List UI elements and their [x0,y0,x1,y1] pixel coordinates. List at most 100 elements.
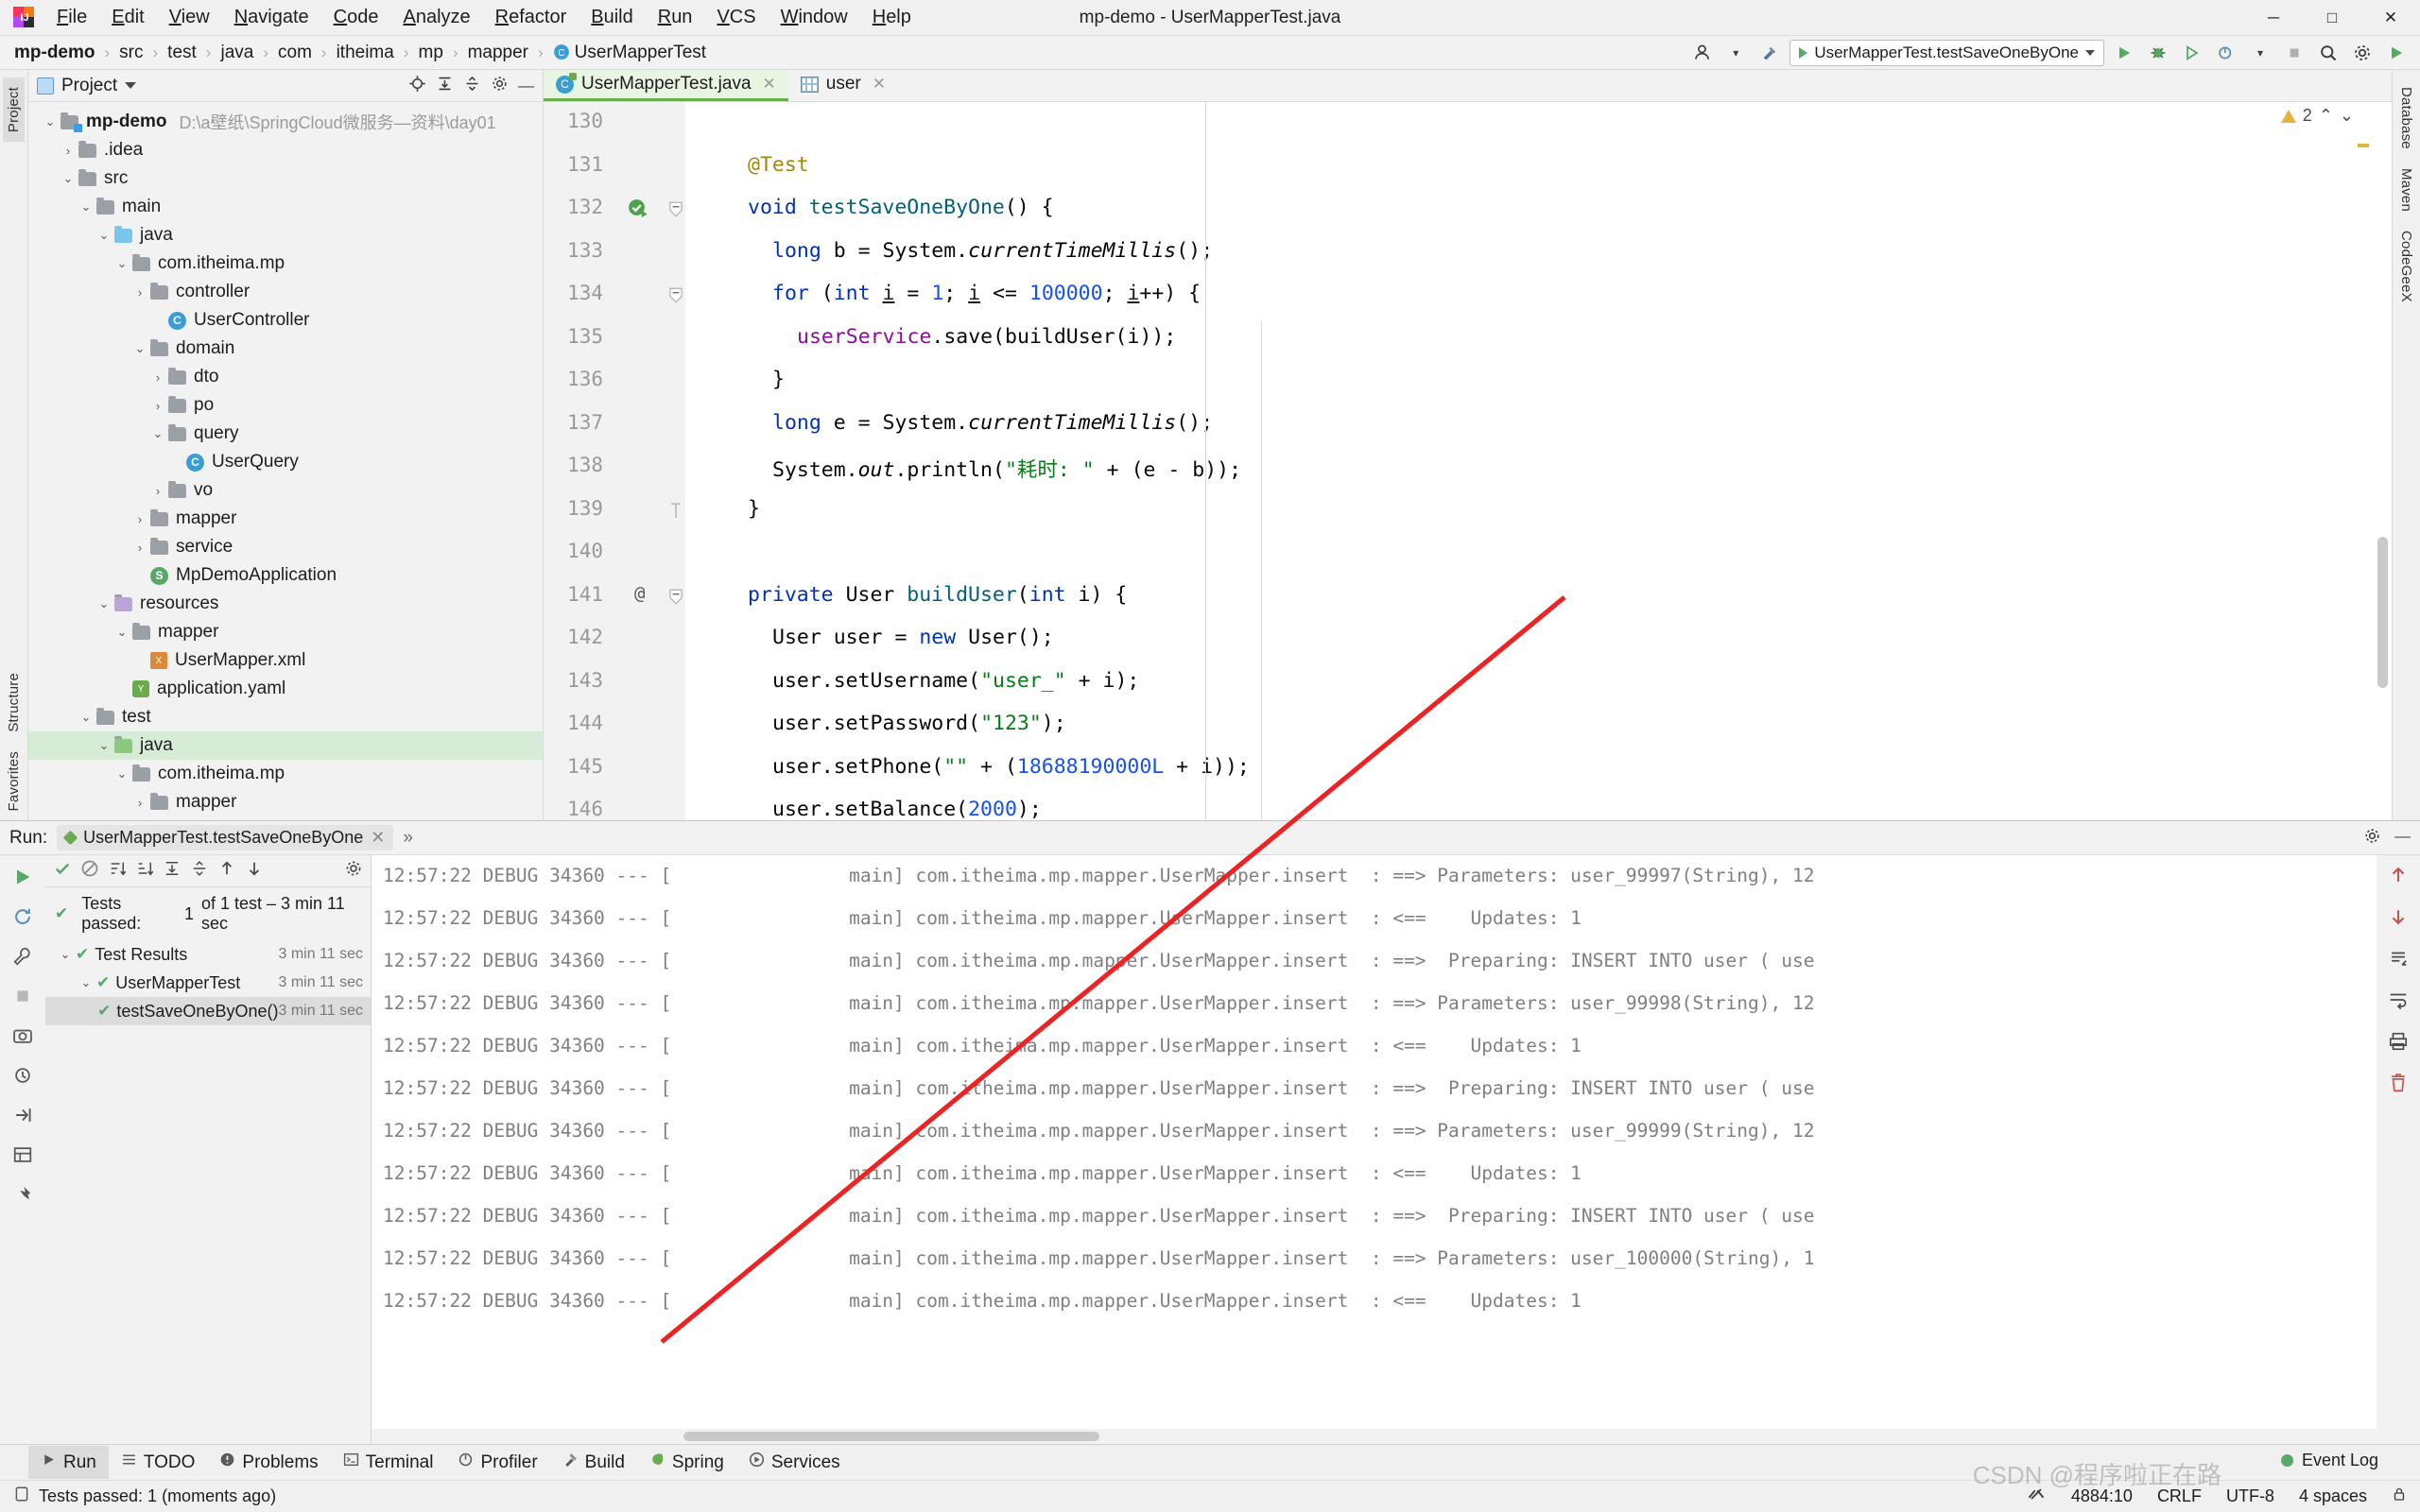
editor-gutter[interactable]: 130 131 132 133 134 135 136 137 138 139 140 141 @142… [544,102,685,820]
expand-all-icon[interactable] [163,859,182,883]
breadcrumb[interactable]: mp-demo › src › test › java › com › itheima › mp › map… [11,43,709,63]
dump-threads-icon[interactable] [10,1063,35,1088]
locate-icon[interactable] [408,75,426,97]
tool-window-build[interactable]: Build [550,1446,637,1479]
tree-expander[interactable]: › [130,512,150,526]
collapse-all-icon[interactable] [463,75,481,97]
menu-item-window[interactable]: Window [769,3,859,32]
project-tree[interactable]: ⌄ mp-demo D:\a壁纸\SpringCloud微服务—资料\day01 … [28,102,543,820]
screenshot-icon[interactable] [10,1023,35,1048]
tree-node-mapper[interactable]: ⌄ mapper [28,618,543,646]
code-line-145[interactable]: user.setPhone("" + (18688190000L + i)); [772,755,1250,779]
sidebar-item-database[interactable]: Database [2395,77,2417,159]
tree-node-po[interactable]: › po [28,391,543,420]
code-line-142[interactable]: User user = new User(); [772,626,1054,649]
tree-node-mapper[interactable]: › mapper [28,788,543,816]
tree-expander[interactable]: ⌄ [76,975,96,990]
editor-vertical-scrollbar[interactable] [2371,102,2392,820]
chevron-down-icon[interactable]: ▾ [1721,40,1750,66]
code-editor[interactable]: 130 131 132 133 134 135 136 137 138 139 140 141 @142… [544,102,2392,820]
tree-node-java[interactable]: ⌄ java [28,731,543,760]
console-actions-strip[interactable] [2377,855,2420,1444]
run-test-gutter-icon[interactable] [627,198,648,218]
pin-icon[interactable] [10,1182,35,1207]
show-ignored-icon[interactable] [80,859,99,883]
test-node-testSaveOneByOne()[interactable]: ✔ testSaveOneByOne() 3 min 11 sec [45,997,371,1025]
run-actions-strip[interactable] [0,855,45,1444]
fold-end-icon[interactable] [668,502,683,518]
chevron-down-icon[interactable] [125,82,137,89]
event-log-button[interactable]: Event Log [2280,1451,2378,1470]
clear-all-icon[interactable] [2388,1073,2409,1098]
tree-node-vo[interactable]: › vo [28,476,543,505]
run-with-coverage-button[interactable] [2178,40,2206,66]
fold-icon[interactable] [668,589,683,605]
tree-expander[interactable]: › [130,541,150,555]
debug-button[interactable] [2144,40,2172,66]
breadcrumb-item-mp-demo[interactable]: mp-demo [11,43,98,63]
tree-expander[interactable]: › [130,796,150,810]
breadcrumb-item-itheima[interactable]: itheima [334,43,397,63]
tree-node-domain[interactable]: ⌄ domain [28,335,543,363]
code-line-137[interactable]: long e = System.currentTimeMillis(); [772,411,1213,435]
breadcrumb-item-mapper[interactable]: mapper [465,43,531,63]
menu-item-navigate[interactable]: Navigate [223,3,320,32]
close-icon[interactable]: ✕ [873,75,886,94]
tool-window-services[interactable]: Services [736,1446,853,1479]
test-node-Test Results[interactable]: ⌄ ✔ Test Results 3 min 11 sec [45,940,371,969]
tree-expander[interactable]: ⌄ [55,947,76,962]
sort-by-name-icon[interactable] [108,859,127,883]
search-icon[interactable] [2314,40,2342,66]
menu-item-code[interactable]: Code [322,3,390,32]
breadcrumb-item-src[interactable]: src [116,43,146,63]
tree-node-resources[interactable]: ⌄ resources [28,590,543,618]
code-line-143[interactable]: user.setUsername("user_" + i); [772,669,1139,693]
print-icon[interactable] [2388,1031,2409,1057]
tree-node-test[interactable]: ⌄ test [28,703,543,731]
tree-expander[interactable]: ⌄ [58,171,78,186]
show-passed-icon[interactable] [53,859,72,883]
next-test-icon[interactable] [245,859,264,883]
tree-node-UserQuery[interactable]: C UserQuery [28,448,543,476]
tree-expander[interactable]: ⌄ [112,766,132,782]
tree-expander[interactable]: ⌄ [94,738,114,753]
editor-tab-UserMapperTest.java[interactable]: C UserMapperTest.java ✕ [544,70,788,101]
menu-item-edit[interactable]: Edit [100,3,155,32]
editor-tab-user[interactable]: user ✕ [788,70,898,101]
menu-item-help[interactable]: Help [861,3,923,32]
fold-icon[interactable] [668,287,683,303]
tool-window-terminal[interactable]: Terminal [331,1446,446,1479]
tree-expander[interactable]: › [147,399,168,413]
error-stripe[interactable] [2358,102,2371,820]
tree-node-java[interactable]: ⌄ java [28,221,543,249]
annotation-gutter-icon[interactable]: @ [634,583,645,604]
breadcrumb-item-test[interactable]: test [164,43,199,63]
file-encoding[interactable]: UTF-8 [2226,1486,2274,1506]
minimize-button[interactable]: ─ [2244,0,2303,36]
up-icon[interactable] [2388,865,2409,890]
breadcrumb-item-com[interactable]: com [275,43,315,63]
code-line-136[interactable]: } [772,368,785,391]
menu-item-vcs[interactable]: VCS [705,3,767,32]
tree-expander[interactable]: › [58,144,78,158]
chevron-down-icon[interactable]: ▾ [2246,40,2274,66]
menu-item-build[interactable]: Build [579,3,644,32]
tree-expander[interactable]: › [147,484,168,498]
test-toolbar[interactable] [45,855,371,887]
build-hammer-icon[interactable] [1755,40,1784,66]
tree-node-query[interactable]: ⌄ query [28,420,543,448]
rerun-icon[interactable] [10,865,35,889]
inspection-widget[interactable]: 2 ⌃ ⌄ [2280,106,2354,126]
tree-expander[interactable]: ⌄ [40,114,60,129]
updates-icon[interactable] [2382,40,2411,66]
code-line-134[interactable]: for (int i = 1; i <= 100000; i++) { [772,282,1201,305]
tree-expander[interactable]: › [130,285,150,300]
tree-node-dto[interactable]: › dto [28,363,543,391]
minimize-icon[interactable]: — [2394,827,2411,850]
tree-node-UserController[interactable]: C UserController [28,306,543,335]
tool-window-bar[interactable]: Run TODO Problems Terminal Profiler Buil… [0,1444,2420,1480]
code-content[interactable]: @Test void testSaveOneByOne() {long b = S… [685,102,2392,821]
git-branch-icon[interactable] [2026,1485,2047,1508]
tree-expander[interactable]: ⌄ [147,426,168,441]
breadcrumb-item-java[interactable]: java [217,43,256,63]
